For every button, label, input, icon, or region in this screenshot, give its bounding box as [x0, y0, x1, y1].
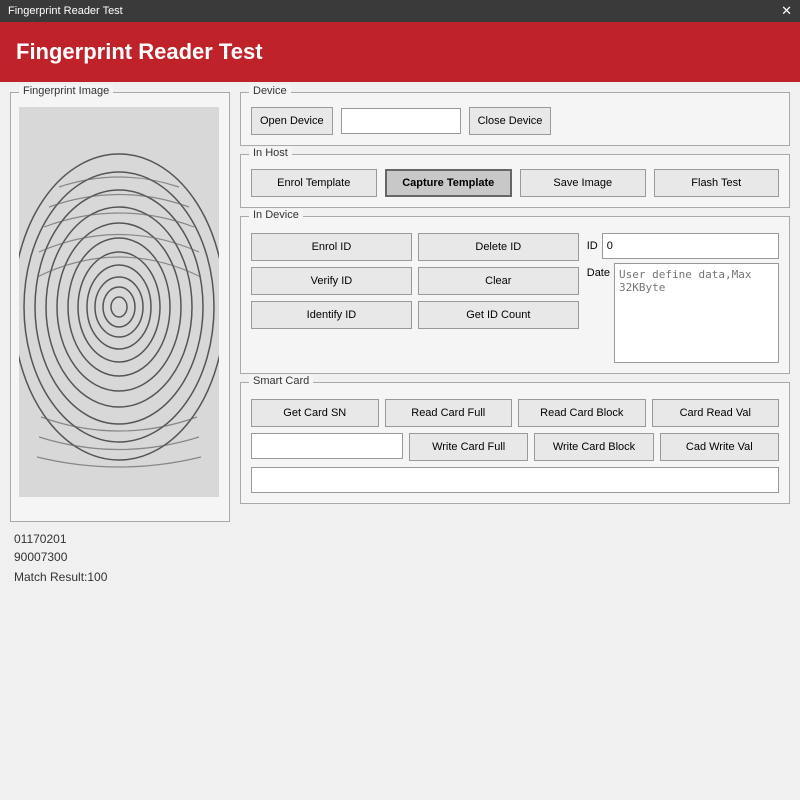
- read-card-full-button[interactable]: Read Card Full: [385, 399, 513, 427]
- title-bar-text: Fingerprint Reader Test: [8, 5, 123, 17]
- title-bar: Fingerprint Reader Test ✕: [0, 0, 800, 22]
- open-device-button[interactable]: Open Device: [251, 107, 333, 135]
- serial-number-1: 01170201: [14, 532, 226, 546]
- right-panel: Device Open Device Close Device In Host …: [240, 92, 790, 790]
- fingerprint-image-group: Fingerprint Image: [10, 92, 230, 522]
- cad-write-val-button[interactable]: Cad Write Val: [660, 433, 779, 461]
- smart-card-group-label: Smart Card: [249, 375, 313, 387]
- left-panel: Fingerprint Image: [10, 92, 230, 790]
- get-id-count-button[interactable]: Get ID Count: [418, 301, 579, 329]
- in-host-group-label: In Host: [249, 147, 292, 159]
- write-card-block-button[interactable]: Write Card Block: [534, 433, 653, 461]
- match-result: Match Result:100: [14, 570, 226, 584]
- device-group-label: Device: [249, 85, 291, 97]
- smart-card-group: Smart Card Get Card SN Read Card Full Re…: [240, 382, 790, 504]
- card-sn-input[interactable]: [251, 433, 403, 459]
- device-input[interactable]: [341, 108, 461, 134]
- device-row: Open Device Close Device: [251, 107, 779, 135]
- in-host-buttons-row: Enrol Template Capture Template Save Ima…: [251, 169, 779, 197]
- in-device-group: In Device Enrol ID Delete ID Verify ID C…: [240, 216, 790, 374]
- enrol-template-button[interactable]: Enrol Template: [251, 169, 377, 197]
- info-section: 01170201 90007300 Match Result:100: [10, 522, 230, 588]
- serial-number-2: 90007300: [14, 550, 226, 564]
- clear-button[interactable]: Clear: [418, 267, 579, 295]
- get-card-sn-button[interactable]: Get Card SN: [251, 399, 379, 427]
- main-content: Fingerprint Image: [0, 82, 800, 800]
- write-card-full-button[interactable]: Write Card Full: [409, 433, 528, 461]
- user-data-textarea[interactable]: [614, 263, 779, 363]
- read-card-block-button[interactable]: Read Card Block: [518, 399, 646, 427]
- fingerprint-group-label: Fingerprint Image: [19, 85, 113, 97]
- id-label: ID: [587, 240, 598, 252]
- flash-test-button[interactable]: Flash Test: [654, 169, 780, 197]
- device-group: Device Open Device Close Device: [240, 92, 790, 146]
- enrol-id-button[interactable]: Enrol ID: [251, 233, 412, 261]
- close-device-button[interactable]: Close Device: [469, 107, 552, 135]
- in-host-group: In Host Enrol Template Capture Template …: [240, 154, 790, 208]
- app-title: Fingerprint Reader Test: [16, 39, 263, 65]
- identify-id-button[interactable]: Identify ID: [251, 301, 412, 329]
- close-button[interactable]: ✕: [781, 3, 792, 19]
- in-device-group-label: In Device: [249, 209, 303, 221]
- card-read-val-button[interactable]: Card Read Val: [652, 399, 780, 427]
- verify-id-button[interactable]: Verify ID: [251, 267, 412, 295]
- id-input[interactable]: [602, 233, 779, 259]
- capture-template-button[interactable]: Capture Template: [385, 169, 513, 197]
- date-label: Date: [587, 267, 610, 279]
- card-data-input[interactable]: [251, 467, 779, 493]
- delete-id-button[interactable]: Delete ID: [418, 233, 579, 261]
- fingerprint-image: [19, 107, 219, 497]
- save-image-button[interactable]: Save Image: [520, 169, 646, 197]
- app-header: Fingerprint Reader Test: [0, 22, 800, 82]
